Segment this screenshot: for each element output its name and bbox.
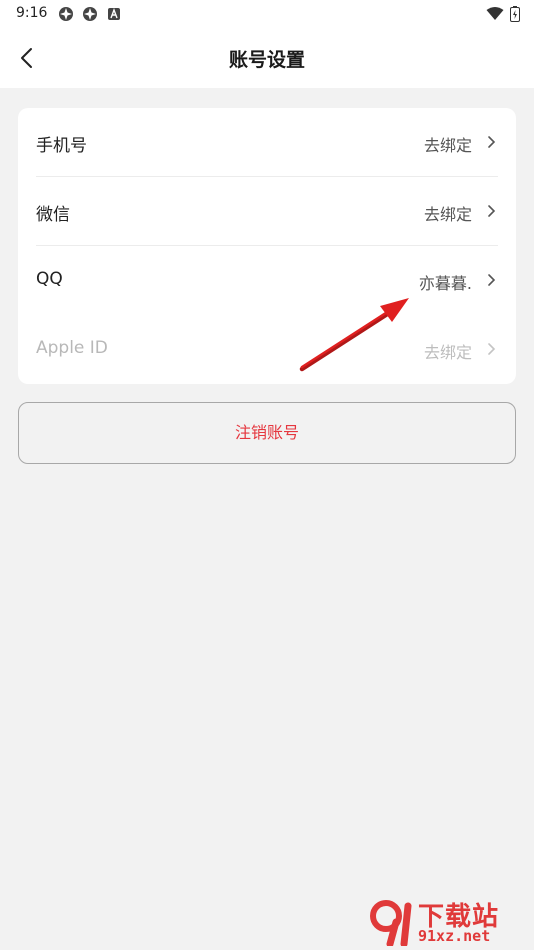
apple-id-label: Apple ID (36, 338, 108, 358)
status-time: 9:16 (16, 5, 48, 21)
phone-row[interactable]: 手机号 去绑定 (18, 108, 516, 177)
qq-account-name: 亦暮暮. (418, 274, 472, 293)
phone-label: 手机号 (36, 136, 87, 156)
app-icon (59, 7, 73, 21)
phone-bind-status: 去绑定 (423, 136, 472, 155)
chevron-right-icon (488, 343, 496, 355)
status-bar: 9:16 (0, 0, 534, 28)
account-binding-list: 手机号 去绑定 微信 去绑定 QQ 亦暮暮. Apple ID 去绑定 (18, 108, 516, 384)
system-icons (486, 6, 520, 22)
chevron-right-icon (488, 274, 496, 286)
qq-row[interactable]: QQ 亦暮暮. (18, 246, 516, 315)
chevron-right-icon (488, 205, 496, 217)
nav-bar: 账号设置 (0, 28, 534, 88)
a-icon (108, 8, 120, 20)
battery-icon (510, 6, 520, 22)
deactivate-account-button[interactable]: 注销账号 (18, 402, 516, 464)
apple-id-bind-status: 去绑定 (423, 343, 472, 362)
watermark: 下载站 91xz.net (368, 896, 528, 948)
brand-logo (370, 900, 412, 946)
wifi-icon (486, 7, 504, 20)
apple-id-row[interactable]: Apple ID 去绑定 (18, 315, 516, 384)
notification-icons (58, 6, 122, 22)
page-title: 账号设置 (228, 49, 305, 71)
app-icon (83, 7, 97, 21)
wechat-bind-status: 去绑定 (423, 205, 472, 224)
qq-label: QQ (36, 269, 63, 289)
wechat-label: 微信 (36, 205, 70, 225)
chevron-right-icon (488, 136, 496, 148)
watermark-domain: 91xz.net (418, 927, 491, 945)
wechat-row[interactable]: 微信 去绑定 (18, 177, 516, 246)
